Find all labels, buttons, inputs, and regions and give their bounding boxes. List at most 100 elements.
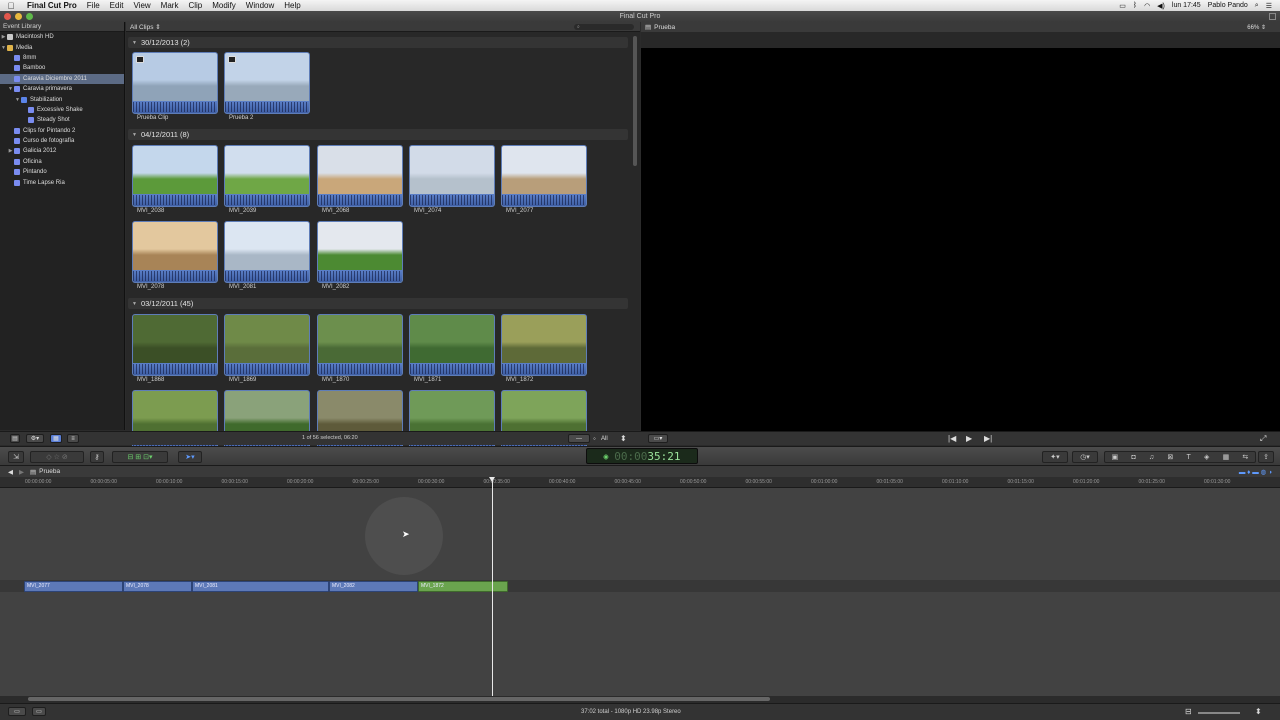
action-gear-icon[interactable]: ⚙▾ [26, 434, 44, 443]
clip-size-icon[interactable]: ◦ [593, 434, 596, 444]
disclosure-triangle-icon[interactable]: ▼ [132, 40, 137, 46]
timeline-ruler[interactable]: 00:00:00:00 00:00:05:00 00:00:10:00 00:00:1… [0, 477, 1280, 488]
zoom-slider[interactable]: — [568, 434, 590, 443]
clip-thumbnail[interactable]: Prueba Clip [132, 52, 218, 121]
next-frame-icon[interactable]: ▶| [984, 434, 992, 444]
spotlight-icon[interactable]: ⌕ [1255, 2, 1259, 10]
menu-file[interactable]: File [82, 1, 105, 10]
library-item[interactable]: Pintando [0, 167, 124, 177]
clip-filmstrip[interactable] [132, 314, 218, 376]
library-item[interactable]: Clips for Pintando 2 [0, 126, 124, 136]
disclosure-triangle-icon[interactable]: ▶ [0, 34, 7, 40]
timeline[interactable]: MVI_2077 MVI_2078 MVI_2081 MVI_2082 MVI_… [0, 488, 1280, 696]
retime-icon[interactable]: ◷▾ [1072, 451, 1098, 463]
keyword-buttons[interactable]: ◇ ☆ ⊘ [30, 451, 84, 463]
timeline-clip[interactable]: MVI_2078 [123, 581, 192, 592]
clip-thumbnail[interactable]: MVI_2082 [317, 221, 403, 290]
clip-filmstrip[interactable] [501, 314, 587, 376]
clip-thumbnail[interactable]: Prueba 2 [224, 52, 310, 121]
titles-icon[interactable]: T [1186, 454, 1190, 461]
timeline-back-icon[interactable]: ◀ [8, 468, 13, 476]
clip-thumbnail[interactable]: MVI_2074 [409, 145, 495, 214]
display-icon[interactable]: ▭ [1119, 2, 1126, 10]
disclosure-triangle-icon[interactable]: ▼ [132, 132, 137, 138]
clip-filmstrip[interactable] [132, 221, 218, 283]
clip-filmstrip[interactable] [317, 314, 403, 376]
library-item[interactable]: ▼ Media [0, 42, 124, 52]
edit-buttons[interactable]: ⊟ ⊞ ⊡▾ [112, 451, 168, 463]
date-group-header[interactable]: ▼ 03/12/2011 (45) [128, 298, 628, 309]
browser-scrollbar[interactable] [633, 36, 637, 166]
photo-browser-icon[interactable]: ◘ [1131, 454, 1135, 461]
clip-filmstrip[interactable] [409, 314, 495, 376]
clip-filmstrip[interactable] [132, 145, 218, 207]
viewer-options-icon[interactable]: ▭▾ [648, 434, 668, 443]
menu-window[interactable]: Window [241, 1, 279, 10]
duration-icon[interactable]: ⬍ [620, 434, 627, 444]
clip-thumbnail[interactable]: MVI_1869 [224, 314, 310, 383]
clip-appearance-icon[interactable]: ⬍ [1255, 707, 1262, 716]
disclosure-triangle-icon[interactable]: ▼ [14, 97, 21, 103]
transitions-icon[interactable]: ⊠ [1167, 453, 1173, 461]
effects-icon[interactable]: ⇆ [1242, 453, 1248, 461]
fullscreen-icon[interactable] [1269, 13, 1276, 20]
library-item[interactable]: Oficina [0, 157, 124, 167]
minimize-window-icon[interactable] [15, 13, 22, 20]
keyword-icon[interactable]: ⚷ [90, 451, 104, 463]
list-icon[interactable]: ☰ [1266, 2, 1272, 10]
library-item[interactable]: Bamboo [0, 63, 124, 73]
clip-thumbnail[interactable]: MVI_1872 [501, 314, 587, 383]
clip-thumbnail[interactable]: MVI_2039 [224, 145, 310, 214]
skimmer-icons[interactable]: ▬ ♦ ▬ ◍ ◑ [1239, 468, 1272, 476]
clip-filmstrip[interactable] [224, 145, 310, 207]
clip-filmstrip[interactable] [317, 145, 403, 207]
timeline-clip[interactable]: MVI_2077 [24, 581, 123, 592]
timecode-display[interactable]: ◉ 00:00 35:21 [586, 448, 698, 464]
menu-mark[interactable]: Mark [156, 1, 184, 10]
clip-thumbnail[interactable]: MVI_2068 [317, 145, 403, 214]
themes-icon[interactable]: ▦ [1223, 453, 1230, 461]
disclosure-triangle-icon[interactable]: ▶ [7, 148, 14, 154]
zoom-dropdown[interactable]: 66% ⇕ [1247, 24, 1266, 31]
list-view-icon[interactable]: ≡ [67, 434, 79, 443]
library-item[interactable]: ▼ Caravia primavera [0, 84, 124, 94]
clip-thumbnail[interactable]: MVI_1871 [409, 314, 495, 383]
inspector-icon[interactable]: ▣ [1112, 453, 1119, 461]
select-tool-icon[interactable]: ➤▾ [178, 451, 202, 463]
import-icon[interactable]: ⇲ [8, 451, 24, 463]
menu-edit[interactable]: Edit [105, 1, 129, 10]
disclosure-triangle-icon[interactable]: ▼ [7, 86, 14, 92]
media-browser-buttons[interactable]: ▣ ◘ ♫ ⊠ T ◈ ▦ ⇆ [1104, 451, 1256, 463]
library-item[interactable]: ▼ Stabilization [0, 94, 124, 104]
bluetooth-icon[interactable]: ᛒ [1133, 2, 1137, 9]
timeline-zoom-slider[interactable] [1198, 712, 1240, 714]
menu-view[interactable]: View [128, 1, 155, 10]
timeline-clip[interactable]: MVI_2082 [329, 581, 418, 592]
library-item[interactable]: ▶ Galicia 2012 [0, 146, 124, 156]
clip-filmstrip[interactable] [501, 145, 587, 207]
date-group-header[interactable]: ▼ 30/12/2013 (2) [128, 37, 628, 48]
duration-all[interactable]: All [601, 434, 608, 444]
clip-thumbnail[interactable]: MVI_2077 [501, 145, 587, 214]
menu-help[interactable]: Help [279, 1, 305, 10]
timeline-forward-icon[interactable]: ▶ [19, 468, 24, 476]
menu-app[interactable]: Final Cut Pro [22, 1, 82, 10]
close-window-icon[interactable] [4, 13, 11, 20]
clip-thumbnail[interactable]: MVI_1870 [317, 314, 403, 383]
disclosure-triangle-icon[interactable]: ▼ [132, 301, 137, 307]
music-browser-icon[interactable]: ♫ [1149, 454, 1154, 461]
audio-meter-icon[interactable]: ▭ [32, 707, 46, 716]
clip-thumbnail[interactable]: MVI_1868 [132, 314, 218, 383]
expand-viewer-icon[interactable]: ⤢ [1260, 434, 1266, 444]
timeline-scrollbar[interactable] [28, 697, 770, 701]
library-item[interactable]: Curso de fotografía [0, 136, 124, 146]
timeline-clip-selected[interactable]: MVI_1872 [418, 581, 508, 592]
clock[interactable]: lun 17:45 [1172, 2, 1201, 9]
clip-filter-dropdown[interactable]: All Clips ⇕ [130, 23, 161, 31]
library-toggle-icon[interactable]: ▤ [10, 434, 20, 443]
library-item[interactable]: Excessive Shake [0, 105, 124, 115]
disclosure-triangle-icon[interactable]: ▼ [0, 45, 7, 51]
menu-clip[interactable]: Clip [183, 1, 207, 10]
share-icon[interactable]: ⇪ [1258, 451, 1274, 463]
enhancement-icon[interactable]: ✦▾ [1042, 451, 1068, 463]
